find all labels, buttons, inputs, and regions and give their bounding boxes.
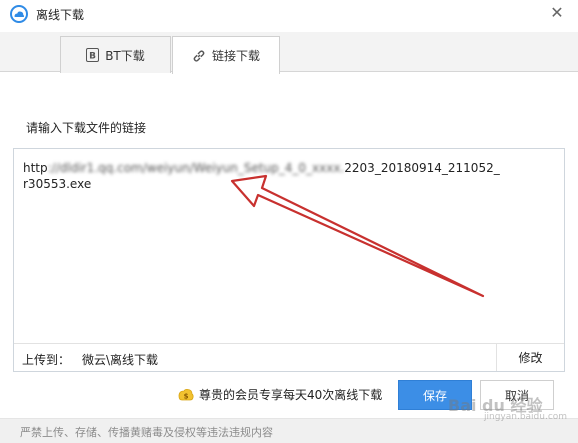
title-bar: 离线下载 ✕	[0, 0, 578, 28]
destination-bar: 上传到： 微云\离线下载 修改	[14, 343, 564, 371]
watermark-url: jingyan.baidu.com	[484, 412, 568, 422]
close-icon[interactable]: ✕	[548, 4, 566, 22]
modify-destination-button[interactable]: 修改	[496, 344, 564, 371]
tab-bt-label: BT下载	[105, 48, 145, 63]
cloud-icon	[10, 5, 28, 23]
destination-label: 上传到：	[22, 353, 71, 367]
svg-text:B: B	[89, 52, 96, 62]
vip-text: 尊贵的会员专享每天40次离线下载	[199, 388, 383, 402]
link-text-obscured: ://dldir1.qq.com/weiyun/Weiyun_Setup_4_0…	[47, 161, 345, 175]
window-title: 离线下载	[36, 8, 85, 22]
bt-icon: B	[86, 48, 100, 62]
link-icon	[193, 49, 205, 62]
tab-bt-download[interactable]: B BT下载	[60, 36, 171, 73]
footer-notice: 严禁上传、存储、传播黄赌毒及侵权等违法违规内容	[20, 426, 273, 439]
tab-link-download[interactable]: 链接下载	[172, 36, 280, 74]
tab-link-label: 链接下载	[211, 49, 260, 63]
link-text-start: http	[23, 161, 48, 175]
vip-coin-icon: $	[178, 388, 194, 400]
link-input-value[interactable]: http://dldir1.qq.com/weiyun/Weiyun_Setup…	[23, 160, 503, 192]
link-input-area[interactable]: http://dldir1.qq.com/weiyun/Weiyun_Setup…	[13, 148, 565, 372]
svg-text:$: $	[184, 392, 189, 400]
vip-note: $ 尊贵的会员专享每天40次离线下载	[178, 386, 382, 403]
destination-path: 微云\离线下载	[82, 353, 159, 367]
link-prompt-label: 请输入下载文件的链接	[26, 121, 147, 135]
